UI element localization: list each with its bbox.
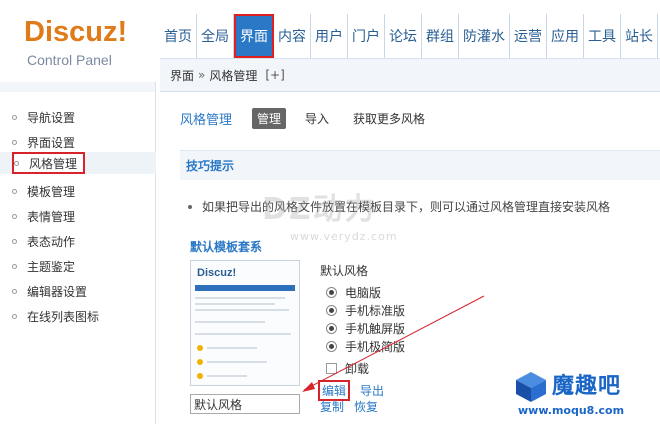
preview-line (195, 321, 265, 323)
nav-antispam[interactable]: 防灌水 (459, 14, 510, 58)
watermark: DZ动力 (262, 192, 377, 227)
sidebar-item-interface-settings[interactable]: 界面设置 (12, 131, 75, 153)
tip-line: 如果把导出的风格文件放置在模板目录下，则可以通过风格管理直接安装风格 (188, 198, 610, 215)
sidebar-item-click-actions[interactable]: 表态动作 (12, 230, 75, 252)
bullet-icon (14, 160, 19, 166)
preview-line (207, 347, 257, 349)
theme-preview-thumbnail[interactable]: Discuz! (190, 260, 300, 386)
breadcrumb-separator: » (198, 68, 206, 82)
breadcrumb-section[interactable]: 界面 (170, 67, 194, 84)
actions-row-2: 复制 恢复 (318, 398, 394, 414)
bullet-icon (12, 238, 17, 244)
tab-import[interactable]: 导入 (300, 108, 334, 129)
preview-nav-bar (195, 285, 295, 291)
logo-subtitle: Control Panel (27, 52, 112, 68)
breadcrumb: 界面 » 风格管理 [+] (160, 58, 660, 92)
sidebar-item-editor-settings[interactable]: 编辑器设置 (12, 280, 87, 302)
preview-line (195, 297, 285, 299)
breadcrumb-page: 风格管理 (209, 68, 258, 83)
logo-title: Discuz! (24, 16, 128, 48)
sidebar-top-strip (0, 82, 155, 92)
brand-url: www.moqu8.com (518, 404, 625, 417)
tab-manage[interactable]: 管理 (252, 108, 287, 129)
nav-content[interactable]: 内容 (274, 14, 311, 58)
nav-groups[interactable]: 群组 (422, 14, 459, 58)
nav-apps[interactable]: 应用 (547, 14, 584, 58)
preview-line (207, 375, 247, 377)
cube-logo-icon (516, 372, 546, 402)
bullet-icon (12, 313, 17, 319)
preview-logo: Discuz! (197, 267, 237, 279)
add-favorite-button[interactable]: [+] (265, 68, 284, 82)
annotation-arrow-icon (302, 295, 485, 392)
nav-home[interactable]: 首页 (160, 14, 197, 58)
page-title: 风格管理 (180, 113, 233, 128)
nav-global[interactable]: 全局 (197, 14, 234, 58)
copy-link[interactable]: 复制 (320, 398, 344, 415)
bullet-icon (12, 288, 17, 294)
preview-avatar-icon (197, 359, 203, 365)
brand-watermark: 魔趣吧 www.moqu8.com (512, 364, 660, 424)
section-title: 默认模板套系 (190, 240, 263, 254)
preview-line (195, 333, 291, 335)
nav-portal[interactable]: 门户 (348, 14, 385, 58)
title-row: 风格管理 管理 导入 获取更多风格 (180, 108, 444, 129)
bullet-icon (12, 188, 17, 194)
logo: Discuz! Control Panel (0, 0, 160, 82)
nav-interface[interactable]: 界面 (234, 14, 274, 58)
preview-line (195, 303, 275, 305)
sidebar-item-template-management[interactable]: 模板管理 (12, 180, 75, 202)
sidebar-item-navigation[interactable]: 导航设置 (12, 106, 75, 128)
sidebar-item-smilies[interactable]: 表情管理 (12, 205, 75, 227)
nav-users[interactable]: 用户 (311, 14, 348, 58)
tab-get-more-styles[interactable]: 获取更多风格 (348, 108, 430, 129)
brand-name: 魔趣吧 (552, 374, 622, 399)
options-label: 默认风格 (320, 264, 369, 278)
sidebar-item-thread-stamps[interactable]: 主题鉴定 (12, 255, 75, 277)
preview-line (207, 361, 267, 363)
sidebar-item-style-management[interactable]: 风格管理 (12, 152, 86, 174)
bullet-icon (12, 139, 17, 145)
sidebar-item-online-icons[interactable]: 在线列表图标 (12, 305, 99, 327)
top-nav: 首页 全局 界面 内容 用户 门户 论坛 群组 防灌水 运营 应用 工具 站长 (160, 14, 660, 58)
style-name-input[interactable] (190, 394, 300, 414)
bullet-icon (12, 263, 17, 269)
watermark-url: www.verydz.com (290, 230, 398, 243)
tips-header: 技巧提示 (180, 150, 660, 180)
nav-forum[interactable]: 论坛 (385, 14, 422, 58)
nav-operation[interactable]: 运营 (510, 14, 547, 58)
bullet-icon (12, 213, 17, 219)
preview-avatar-icon (197, 373, 203, 379)
bullet-icon (12, 114, 17, 120)
preview-line (195, 309, 289, 311)
bullet-icon (188, 204, 192, 209)
tips-title: 技巧提示 (186, 159, 235, 173)
restore-link[interactable]: 恢复 (354, 398, 378, 415)
nav-webmaster[interactable]: 站长 (621, 14, 658, 58)
sidebar: 导航设置 界面设置 风格管理 模板管理 表情管理 表态动作 主题鉴定 编辑器设置… (0, 82, 156, 424)
preview-avatar-icon (197, 345, 203, 351)
nav-tools[interactable]: 工具 (584, 14, 621, 58)
